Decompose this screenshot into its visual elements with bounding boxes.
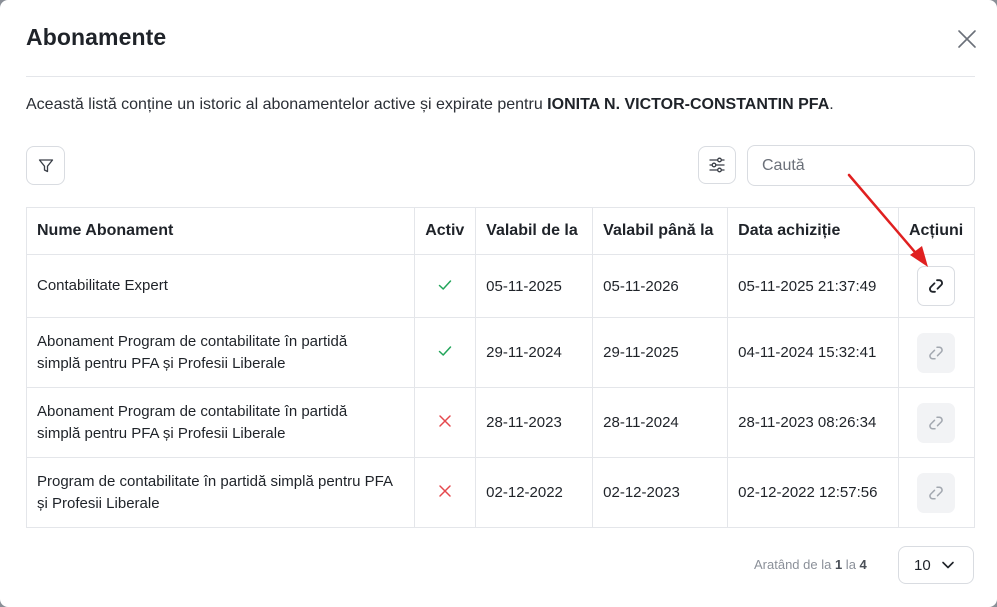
link-icon	[929, 279, 944, 293]
column-header-name[interactable]: Nume Abonament	[25, 207, 416, 255]
cell-actions	[897, 457, 976, 528]
link-icon	[929, 485, 944, 500]
cell-subscription-name: Abonament Program de contabilitate în pa…	[25, 317, 416, 388]
header-divider	[26, 76, 975, 77]
link-action-button[interactable]	[917, 472, 956, 513]
cell-purchase-date: 28-11-2023 08:26:34	[727, 387, 899, 458]
filter-button[interactable]	[26, 146, 65, 185]
table-row: Program de contabilitate în partidă simp…	[25, 457, 976, 528]
cell-subscription-name: Program de contabilitate în partidă simp…	[25, 457, 416, 528]
column-settings-button[interactable]	[698, 146, 736, 184]
cell-valid-to: 28-11-2024	[592, 387, 729, 458]
cell-valid-from: 05-11-2025	[475, 254, 594, 318]
link-action-button[interactable]	[917, 402, 956, 443]
pagination-middle: la	[842, 557, 860, 572]
cell-active	[414, 387, 477, 458]
description-suffix: .	[829, 96, 834, 113]
column-header-activ[interactable]: Activ	[414, 207, 477, 255]
table-row: Abonament Program de contabilitate în pa…	[25, 317, 976, 388]
close-button[interactable]	[953, 25, 981, 53]
pagination-to: 4	[859, 557, 867, 572]
column-header-actions: Acțiuni	[897, 207, 976, 255]
link-action-button[interactable]	[917, 332, 956, 373]
cell-actions	[897, 387, 976, 458]
cell-purchase-date: 05-11-2025 21:37:49	[727, 254, 899, 318]
modal-description: Această listă conține un istoric al abon…	[26, 96, 834, 114]
cell-actions	[897, 317, 976, 388]
column-header-valid-from[interactable]: Valabil de la	[475, 207, 594, 255]
cell-active	[414, 317, 477, 388]
modal-title: Abonamente	[26, 24, 167, 50]
entity-name: IONITA N. VICTOR-CONSTANTIN PFA	[547, 96, 830, 113]
table-header-row: Nume Abonament Activ Valabil de la Valab…	[25, 207, 976, 255]
column-header-purchase-date[interactable]: Data achiziție	[727, 207, 899, 255]
page-size-select[interactable]: 10	[898, 546, 974, 584]
filter-icon	[38, 158, 53, 172]
cell-actions	[897, 254, 976, 318]
cell-subscription-name: Contabilitate Expert	[25, 254, 416, 318]
subscriptions-modal: Abonamente Această listă conține un isto…	[0, 0, 997, 607]
cell-valid-to: 05-11-2026	[592, 254, 729, 318]
check-icon	[438, 279, 452, 290]
cell-valid-to: 29-11-2025	[592, 317, 729, 388]
cell-valid-to: 02-12-2023	[592, 457, 729, 528]
cell-subscription-name: Abonament Program de contabilitate în pa…	[25, 387, 416, 458]
sliders-icon	[709, 157, 725, 173]
page-size-value: 10	[914, 556, 931, 574]
column-header-valid-to[interactable]: Valabil până la	[592, 207, 729, 255]
pagination-prefix: Aratând de la	[754, 557, 835, 572]
table-row: Contabilitate Expert 05-11-2025 05-11-20…	[25, 254, 976, 318]
cell-valid-from: 28-11-2023	[475, 387, 594, 458]
chevron-down-icon	[941, 561, 954, 569]
check-icon	[438, 346, 452, 356]
link-icon	[929, 345, 944, 360]
cell-valid-from: 02-12-2022	[475, 457, 594, 528]
table-row: Abonament Program de contabilitate în pa…	[25, 387, 976, 458]
link-icon	[929, 415, 944, 430]
cell-purchase-date: 04-11-2024 15:32:41	[727, 317, 899, 388]
close-icon	[958, 30, 976, 48]
search-input[interactable]	[747, 145, 975, 186]
cell-purchase-date: 02-12-2022 12:57:56	[727, 457, 899, 528]
cell-active	[414, 254, 477, 318]
x-icon	[439, 484, 451, 497]
link-action-button[interactable]	[917, 266, 956, 306]
x-icon	[439, 414, 451, 427]
cell-valid-from: 29-11-2024	[475, 317, 594, 388]
description-prefix: Această listă conține un istoric al abon…	[26, 96, 548, 113]
pagination-summary: Aratând de la 1 la 4	[754, 557, 867, 572]
cell-active	[414, 457, 477, 528]
subscriptions-table: Nume Abonament Activ Valabil de la Valab…	[25, 207, 976, 528]
